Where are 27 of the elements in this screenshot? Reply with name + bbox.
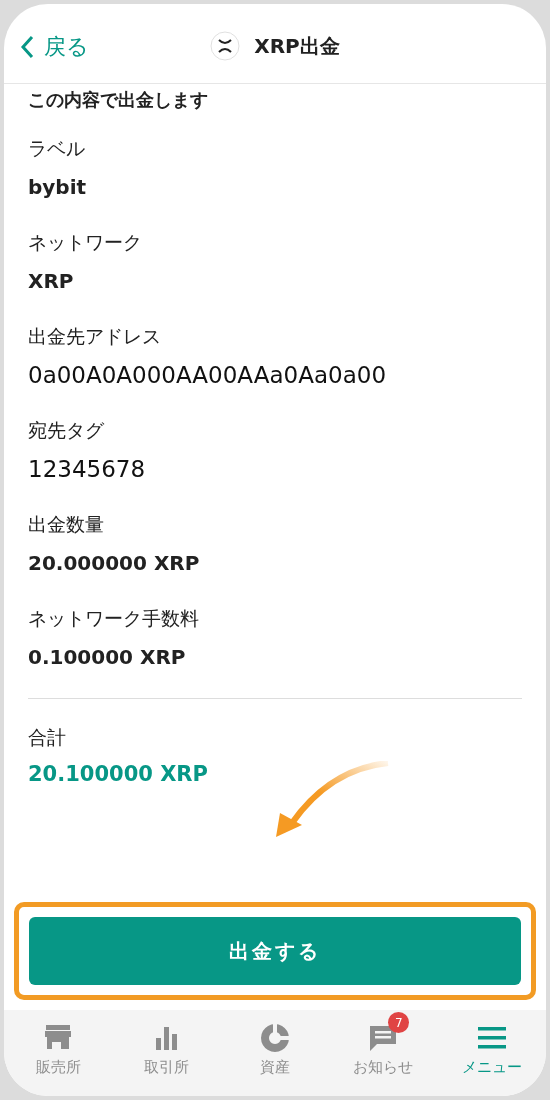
nav-tab[interactable]: メニュー [437, 1010, 546, 1088]
field-label: 出金先アドレス [28, 324, 162, 348]
field-label: 宛先タグ [28, 418, 105, 442]
intro-text: この内容で出金します [28, 88, 209, 112]
nav-tab[interactable]: 7 お知らせ [329, 1010, 438, 1088]
nav-tab[interactable]: 販売所 [4, 1010, 113, 1088]
field-value: 0.100000 XRP [28, 644, 187, 670]
chevron-left-icon [20, 34, 34, 59]
field-value: 12345678 [28, 456, 147, 482]
field-value: 0a00A0A000AA00AAa0Aa0a00 [28, 362, 388, 388]
field-label: 出金数量 [28, 512, 105, 536]
back-link[interactable]: 戻る [20, 30, 89, 63]
field-label: ネットワーク手数料 [28, 606, 200, 630]
pie-chart-icon [259, 1022, 291, 1054]
field-label: ラベル [28, 136, 86, 160]
nav-tab[interactable]: 取引所 [112, 1010, 221, 1088]
notification-badge: 7 [388, 1012, 410, 1033]
field-label: ネットワーク [28, 230, 143, 254]
total-value: 20.100000 XRP [28, 761, 209, 787]
field-value: XRP [28, 268, 75, 294]
field-value: bybit [28, 174, 88, 200]
page-title: XRP出金 [254, 32, 340, 60]
withdraw-button[interactable]: 出金する [29, 917, 521, 985]
total-label: 合計 [28, 725, 67, 749]
field-value: 20.000000 XRP [28, 550, 201, 576]
coin-icon [210, 30, 241, 61]
nav-tab[interactable]: 資産 [220, 1010, 330, 1088]
